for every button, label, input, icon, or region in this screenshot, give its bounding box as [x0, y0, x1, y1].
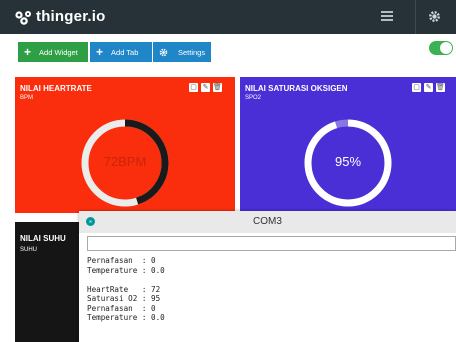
gauge-value: 72BPM — [103, 154, 147, 169]
serial-output: Pernafasan : 0 Temperature : 0.0 HeartRate… — [87, 256, 447, 323]
add-tab-label: Add Tab — [111, 47, 139, 57]
serial-line: HeartRate : 72 — [87, 284, 161, 294]
edit-icon[interactable]: ✎ — [201, 83, 210, 92]
copy-icon[interactable]: ▢ — [412, 83, 421, 92]
serial-line: Temperature : 0.0 — [87, 313, 165, 322]
plus-icon: + — [24, 45, 32, 59]
thinger-logo-icon[interactable] — [14, 10, 34, 26]
dashboard-toggle[interactable] — [429, 41, 453, 55]
spo2-widget: NILAI SATURASI OKSIGEN SPO2 ▢ ✎ 🗑 95% — [240, 77, 456, 213]
widget-subtitle: SPO2 — [245, 95, 262, 101]
widget-actions: ▢ ✎ 🗑 — [412, 83, 445, 92]
gear-icon — [159, 48, 168, 56]
settings-label: Settings — [178, 47, 206, 57]
plus-icon: + — [96, 45, 104, 59]
toggle-knob — [440, 42, 452, 54]
svg-text:∞: ∞ — [88, 219, 92, 225]
widget-subtitle: BPM — [20, 95, 34, 101]
window-title: COM3 — [253, 216, 282, 227]
brand-name[interactable]: thinger.io — [36, 8, 106, 25]
copy-icon[interactable]: ▢ — [189, 83, 198, 92]
widget-title: NILAI HEARTRATE — [20, 84, 92, 93]
heartrate-widget: NILAI HEARTRATE BPM ▢ ✎ 🗑 72BPM — [15, 77, 235, 213]
menu-icon[interactable] — [381, 10, 393, 22]
top-navbar: thinger.io — [0, 0, 456, 34]
serial-line — [87, 275, 447, 285]
serial-line: Pernafasan : 0 — [87, 256, 156, 265]
widget-title: NILAI SATURASI OKSIGEN — [245, 84, 348, 93]
topbar-divider — [415, 0, 416, 34]
trash-icon[interactable]: 🗑 — [436, 83, 445, 92]
widget-actions: ▢ ✎ 🗑 — [189, 83, 222, 92]
serial-monitor-window: COM3 ∞ Pernafasan : 0 Temperature : 0.0 He… — [79, 211, 456, 342]
suhu-widget: NILAI SUHU SUHU — [15, 222, 81, 342]
arduino-icon: ∞ — [86, 217, 95, 226]
settings-button[interactable]: Settings — [153, 42, 211, 62]
edit-icon[interactable]: ✎ — [424, 83, 433, 92]
serial-line: Saturasi O2 : 95 — [87, 294, 161, 303]
widget-subtitle: SUHU — [20, 247, 38, 253]
gauge-value: 95% — [334, 154, 362, 169]
serial-send-input[interactable] — [87, 236, 456, 251]
trash-icon[interactable]: 🗑 — [213, 83, 222, 92]
serial-line: Pernafasan : 0 — [87, 303, 156, 313]
add-widget-label: Add Widget — [39, 47, 78, 57]
add-tab-button[interactable]: + Add Tab — [90, 42, 152, 62]
serial-monitor-titlebar[interactable]: COM3 ∞ — [79, 211, 456, 233]
add-widget-button[interactable]: + Add Widget — [18, 42, 88, 62]
widget-title: NILAI SUHU — [20, 234, 66, 243]
gear-icon[interactable] — [428, 10, 441, 23]
serial-line: Temperature : 0.0 — [87, 265, 165, 275]
